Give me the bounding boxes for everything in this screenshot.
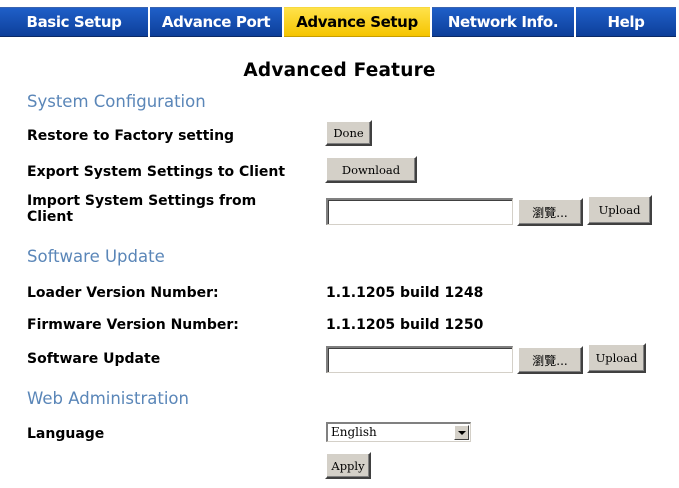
tab-help[interactable]: Help	[576, 7, 676, 37]
section-heading-system-configuration: System Configuration	[27, 92, 206, 111]
tab-advance-port[interactable]: Advance Port	[150, 7, 282, 37]
import-settings-label-line2: Client	[27, 209, 74, 225]
language-label: Language	[27, 426, 105, 442]
section-heading-web-administration: Web Administration	[27, 389, 189, 408]
language-select[interactable]: English	[326, 422, 471, 442]
restore-done-button[interactable]: Done	[325, 120, 372, 146]
loader-version-value: 1.1.1205 build 1248	[326, 285, 484, 301]
restore-factory-label: Restore to Factory setting	[27, 128, 235, 144]
import-upload-button[interactable]: Upload	[587, 195, 652, 225]
page-title: Advanced Feature	[243, 60, 436, 81]
software-update-file-input[interactable]	[326, 346, 513, 373]
section-heading-software-update: Software Update	[27, 247, 165, 266]
language-selected-value: English	[331, 425, 377, 439]
firmware-version-label: Firmware Version Number:	[27, 317, 239, 333]
firmware-version-value: 1.1.1205 build 1250	[326, 317, 484, 333]
import-settings-label: Import System Settings from Client	[27, 193, 256, 225]
import-file-input[interactable]	[326, 198, 513, 225]
tab-basic-setup[interactable]: Basic Setup	[0, 7, 148, 37]
tab-advance-setup[interactable]: Advance Setup	[284, 7, 430, 37]
software-update-browse-button[interactable]: 瀏覽...	[517, 346, 583, 374]
import-settings-label-line1: Import System Settings from	[27, 193, 257, 209]
export-settings-label: Export System Settings to Client	[27, 164, 286, 180]
loader-version-label: Loader Version Number:	[27, 285, 219, 301]
import-browse-button[interactable]: 瀏覽...	[517, 198, 583, 226]
export-download-button[interactable]: Download	[325, 156, 417, 183]
software-update-label: Software Update	[27, 351, 161, 367]
tab-network-info[interactable]: Network Info.	[432, 7, 574, 37]
top-navigation-tabs: Basic Setup Advance Port Advance Setup N…	[0, 0, 679, 45]
software-update-upload-button[interactable]: Upload	[587, 343, 646, 373]
apply-button[interactable]: Apply	[325, 452, 371, 479]
chevron-down-icon[interactable]	[454, 425, 469, 440]
